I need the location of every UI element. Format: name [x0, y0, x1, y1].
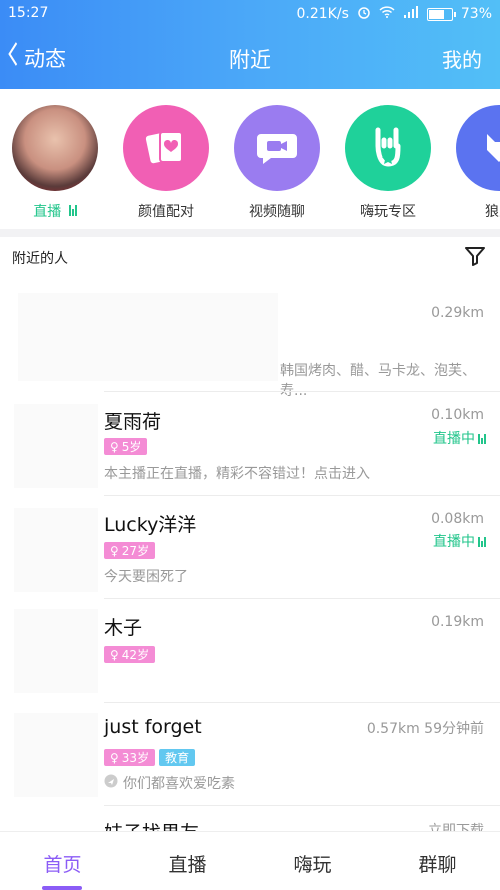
live-label: 直播中 — [433, 534, 475, 550]
network-speed: 0.21K/s — [296, 6, 349, 22]
section-divider — [0, 229, 500, 237]
tag-list: ♀ 27岁 — [104, 542, 159, 559]
category-face-match[interactable]: 颜值配对 — [121, 105, 211, 221]
tab-fun[interactable]: 嗨玩 — [250, 850, 375, 877]
location-pin-icon — [104, 774, 118, 792]
alarm-icon — [357, 5, 371, 23]
avatar — [14, 508, 98, 592]
avatar — [14, 713, 98, 797]
age-text: 33岁 — [121, 751, 150, 765]
person-name: 木子 — [104, 617, 143, 639]
status-time: 15:27 — [8, 5, 49, 21]
category-label: 视频随聊 — [249, 204, 305, 220]
female-icon: ♀ — [110, 647, 119, 662]
bottom-tab-bar: 首页 直播 嗨玩 群聊 — [0, 831, 500, 890]
section-title: 附近的人 — [12, 251, 68, 267]
age-badge: ♀ 27岁 — [104, 542, 156, 559]
top-header: 15:27 0.21K/s 73% 动态 附近 我的 — [0, 0, 500, 89]
wolf-icon — [456, 105, 500, 191]
tag-list: ♀ 33岁 教育 — [104, 749, 199, 766]
battery-icon — [426, 7, 456, 21]
live-avatar — [12, 105, 98, 191]
battery-level: 73% — [460, 6, 492, 22]
category-label: 直播 — [33, 204, 62, 220]
category-werewolf[interactable]: 狼人 — [454, 105, 500, 221]
live-bars-icon — [478, 536, 486, 547]
person-name: Lucky洋洋 — [104, 514, 197, 536]
list-item[interactable]: 木子 0.19km ♀ 42岁 — [0, 599, 500, 703]
page-title: 附近 — [229, 48, 271, 72]
distance: 0.29km — [431, 305, 484, 321]
category-label: 狼人 — [485, 204, 500, 220]
signal-icon — [403, 6, 419, 22]
tag-list: ♀ 42岁 — [104, 646, 159, 663]
live-bars-icon — [68, 205, 77, 216]
person-name: just forget — [104, 716, 202, 738]
avatar — [18, 293, 278, 381]
status-right: 0.21K/s 73% — [296, 5, 492, 23]
category-video-chat[interactable]: 视频随聊 — [232, 105, 322, 221]
person-desc: 你们都喜欢爱吃素 — [123, 776, 235, 792]
age-badge: ♀ 33岁 — [104, 749, 156, 766]
live-status: 直播中 — [433, 428, 486, 448]
person-name: 妹子找男友 — [104, 818, 199, 831]
female-icon: ♀ — [110, 439, 119, 454]
tab-group-chat[interactable]: 群聊 — [375, 850, 500, 877]
person-name: 夏雨荷 — [104, 411, 162, 433]
occupation-badge: 教育 — [159, 749, 196, 766]
list-item[interactable]: 妹子找男友 立即下载 — [0, 806, 500, 831]
list-item[interactable]: Lucky洋洋 0.08km 直播中 ♀ 27岁 今天要困死了 — [0, 496, 500, 599]
person-desc: 今天要困死了 — [104, 569, 188, 585]
rock-hand-icon — [345, 105, 431, 191]
list-item[interactable]: just forget 0.57km 59分钟前 ♀ 33岁 教育 你们都喜欢爱… — [0, 703, 500, 806]
list-item[interactable]: 夏雨荷 0.10km 直播中 ♀ 5岁 本主播正在直播，精彩不容错过！点击进入 — [0, 392, 500, 496]
live-status: 直播中 — [433, 531, 486, 551]
category-live[interactable]: 直播 — [10, 105, 100, 221]
tab-live[interactable]: 直播 — [125, 850, 250, 877]
category-strip: 直播 颜值配对 视频随聊 嗨玩专区 狼人 — [0, 89, 500, 229]
tag-list: ♀ 5岁 — [104, 438, 151, 455]
filter-icon[interactable] — [464, 246, 486, 270]
nearby-section-header: 附近的人 — [0, 237, 500, 277]
age-badge: ♀ 5岁 — [104, 438, 148, 455]
live-bars-icon — [478, 433, 486, 444]
live-label: 直播中 — [433, 431, 475, 447]
distance: 0.08km — [431, 511, 484, 527]
tab-home[interactable]: 首页 — [0, 850, 125, 877]
person-desc: 本主播正在直播，精彩不容错过！点击进入 — [104, 466, 370, 482]
list-item[interactable]: 0.29km 韩国烤肉、醋、马卡龙、泡芙、寿... — [0, 285, 500, 399]
nav-bar: 动态 附近 我的 — [0, 38, 500, 78]
female-icon: ♀ — [110, 750, 119, 765]
video-chat-icon — [234, 105, 320, 191]
avatar — [14, 404, 98, 488]
distance: 0.19km — [431, 614, 484, 630]
distance: 0.57km 59分钟前 — [366, 721, 484, 737]
avatar — [14, 609, 98, 693]
age-badge: ♀ 42岁 — [104, 646, 156, 663]
age-text: 42岁 — [121, 648, 150, 662]
mine-button[interactable]: 我的 — [442, 44, 482, 73]
status-bar: 15:27 0.21K/s 73% — [0, 0, 500, 28]
heart-card-icon — [123, 105, 209, 191]
age-text: 27岁 — [121, 544, 150, 558]
female-icon: ♀ — [110, 543, 119, 558]
active-tab-indicator — [42, 886, 82, 890]
wifi-icon — [379, 6, 395, 22]
person-desc-wrap: 你们都喜欢爱吃素 — [104, 773, 235, 793]
category-fun-zone[interactable]: 嗨玩专区 — [343, 105, 433, 221]
distance: 立即下载 — [428, 823, 484, 831]
distance: 0.10km — [431, 407, 484, 423]
category-label: 嗨玩专区 — [360, 204, 416, 220]
category-label: 颜值配对 — [138, 204, 194, 220]
age-text: 5岁 — [121, 440, 142, 454]
